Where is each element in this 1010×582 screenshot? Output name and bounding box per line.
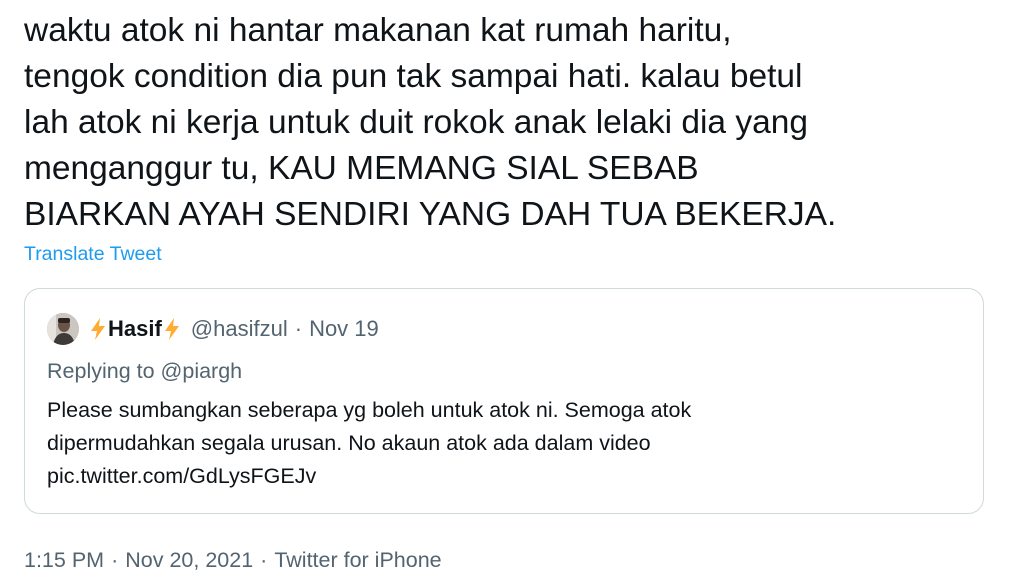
- tweet-text-line: BIARKAN AYAH SENDIRI YANG DAH TUA BEKERJ…: [24, 196, 837, 233]
- tweet-metadata: 1:15 PM · Nov 20, 2021 · Twitter for iPhone: [24, 545, 442, 575]
- separator-dot: ·: [294, 316, 303, 341]
- tweet-source: Twitter for iPhone: [274, 548, 442, 572]
- quoted-name-text: Hasif: [108, 316, 162, 341]
- avatar[interactable]: [47, 313, 79, 345]
- replying-to: Replying to @piargh: [47, 359, 243, 383]
- quoted-body-link[interactable]: pic.twitter.com/GdLysFGEJv: [47, 460, 967, 493]
- tweet-time[interactable]: 1:15 PM: [24, 548, 104, 572]
- quoted-display-name[interactable]: Hasif: [89, 316, 181, 342]
- translate-tweet-link[interactable]: Translate Tweet: [24, 241, 162, 267]
- quoted-body-line: Please sumbangkan seberapa yg boleh untu…: [47, 398, 692, 422]
- tweet-text-line: waktu atok ni hantar makanan kat rumah h…: [24, 12, 732, 49]
- lightning-bolt-icon: [164, 318, 179, 340]
- quoted-date[interactable]: Nov 19: [309, 316, 379, 342]
- quoted-tweet-body: Please sumbangkan seberapa yg boleh untu…: [47, 394, 967, 493]
- tweet-text-line: lah atok ni kerja untuk duit rokok anak …: [24, 104, 808, 141]
- quoted-body-line: dipermudahkan segala urusan. No akaun at…: [47, 431, 651, 455]
- lightning-bolt-icon: [91, 318, 105, 340]
- tweet-text-line: menganggur tu, KAU MEMANG SIAL SEBAB: [24, 150, 699, 187]
- tweet-text: waktu atok ni hantar makanan kat rumah h…: [24, 8, 994, 238]
- quoted-tweet-card[interactable]: Hasif @hasifzul · Nov 19 Replying to @pi…: [24, 288, 984, 514]
- quoted-handle[interactable]: @hasifzul: [191, 316, 288, 342]
- tweet-text-line: tengok condition dia pun tak sampai hati…: [24, 58, 803, 95]
- quoted-tweet-header: Hasif @hasifzul · Nov 19: [47, 313, 379, 345]
- separator-dot: ·: [260, 548, 268, 572]
- separator-dot: ·: [111, 548, 119, 572]
- tweet-date[interactable]: Nov 20, 2021: [125, 548, 253, 572]
